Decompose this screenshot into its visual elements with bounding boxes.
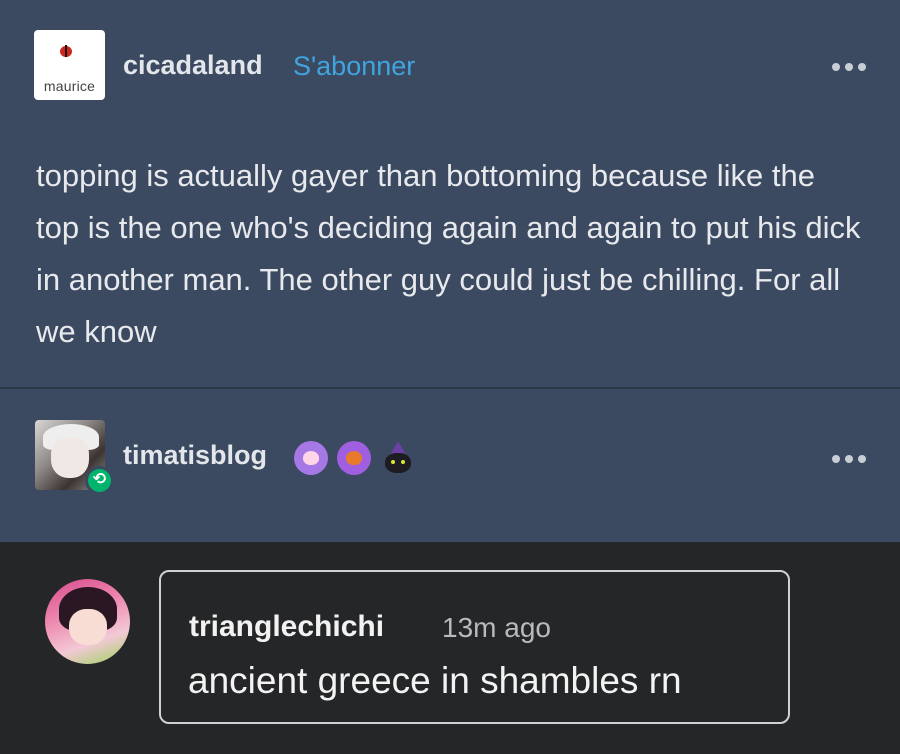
- reply-text: ancient greece in shambles rn: [188, 660, 682, 701]
- post-body-text: topping is actually gayer than bottoming…: [36, 158, 861, 349]
- reply-timestamp: 13m ago: [442, 612, 551, 643]
- avatar-label: maurice: [43, 78, 96, 94]
- reply-section: trianglechichi 13m ago ancient greece in…: [0, 542, 900, 754]
- witch-cat-icon[interactable]: [380, 441, 414, 475]
- reply-avatar[interactable]: [45, 579, 130, 664]
- ladybug-icon: [60, 45, 72, 57]
- blog-avatar[interactable]: maurice: [34, 30, 105, 100]
- reply-bubble: trianglechichi 13m ago ancient greece in…: [159, 570, 790, 724]
- reblog-more-options-icon[interactable]: [832, 454, 866, 464]
- reblog-username[interactable]: timatisblog: [123, 440, 267, 471]
- post-header: maurice cicadaland S'abonner: [0, 0, 900, 120]
- reply-username[interactable]: trianglechichi: [189, 610, 384, 644]
- paw-orange-icon[interactable]: [337, 441, 371, 475]
- reblog-icon: ⟲: [85, 466, 114, 495]
- post-card: maurice cicadaland S'abonner topping is …: [0, 0, 900, 542]
- more-options-icon[interactable]: [832, 62, 866, 72]
- follow-button[interactable]: S'abonner: [293, 51, 415, 82]
- post-username[interactable]: cicadaland: [123, 50, 263, 81]
- paw-pink-icon[interactable]: [294, 441, 328, 475]
- divider: [0, 387, 900, 389]
